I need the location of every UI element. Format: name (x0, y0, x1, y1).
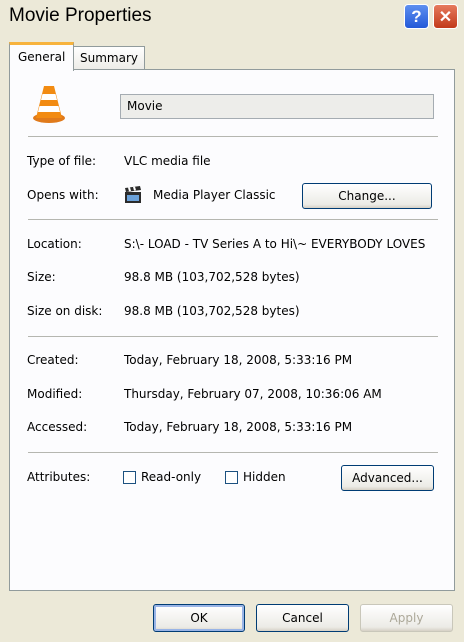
title-bar[interactable]: Movie Properties ? ✕ (0, 0, 464, 36)
divider (28, 219, 438, 220)
read-only-label[interactable]: Read-only (141, 470, 201, 484)
divider (28, 136, 438, 137)
change-button[interactable]: Change... (302, 183, 432, 209)
accessed-value: Today, February 18, 2008, 5:33:16 PM (124, 420, 353, 434)
opens-with-value: Media Player Classic (153, 188, 276, 202)
clapperboard-icon (125, 186, 141, 203)
close-button[interactable]: ✕ (433, 4, 458, 29)
modified-label: Modified: (27, 387, 83, 401)
size-value: 98.8 MB (103,702,528 bytes) (124, 270, 300, 284)
size-label: Size: (27, 270, 56, 284)
modified-value: Thursday, February 07, 2008, 10:36:06 AM (124, 387, 382, 401)
opens-with-label: Opens with: (27, 188, 99, 202)
created-label: Created: (27, 353, 79, 367)
file-name-field[interactable]: Movie (120, 94, 434, 119)
window-title: Movie Properties (9, 5, 152, 26)
read-only-checkbox[interactable] (123, 471, 136, 484)
size-on-disk-value: 98.8 MB (103,702,528 bytes) (124, 304, 300, 318)
apply-button[interactable]: Apply (360, 604, 453, 632)
help-button[interactable]: ? (404, 4, 429, 29)
location-label: Location: (27, 237, 82, 251)
general-panel: Movie Type of file: VLC media file Opens… (9, 69, 455, 591)
tab-summary[interactable]: Summary (73, 46, 145, 70)
type-of-file-value: VLC media file (124, 154, 211, 168)
size-on-disk-label: Size on disk: (27, 304, 103, 318)
accessed-label: Accessed: (27, 420, 88, 434)
vlc-cone-icon (33, 86, 65, 123)
hidden-checkbox[interactable] (225, 471, 238, 484)
location-value: S:\- LOAD - TV Series A to Hi\~ EVERYBOD… (124, 237, 426, 251)
hidden-label[interactable]: Hidden (243, 470, 286, 484)
divider (28, 336, 438, 337)
advanced-button[interactable]: Advanced... (341, 465, 434, 491)
attributes-label: Attributes: (27, 470, 91, 484)
divider (28, 452, 438, 453)
ok-button[interactable]: OK (153, 604, 245, 632)
created-value: Today, February 18, 2008, 5:33:16 PM (124, 353, 353, 367)
type-of-file-label: Type of file: (27, 154, 97, 168)
cancel-button[interactable]: Cancel (256, 604, 349, 632)
properties-dialog: Movie Properties ? ✕ General Summary Mov… (0, 0, 464, 642)
tab-general[interactable]: General (9, 42, 75, 71)
